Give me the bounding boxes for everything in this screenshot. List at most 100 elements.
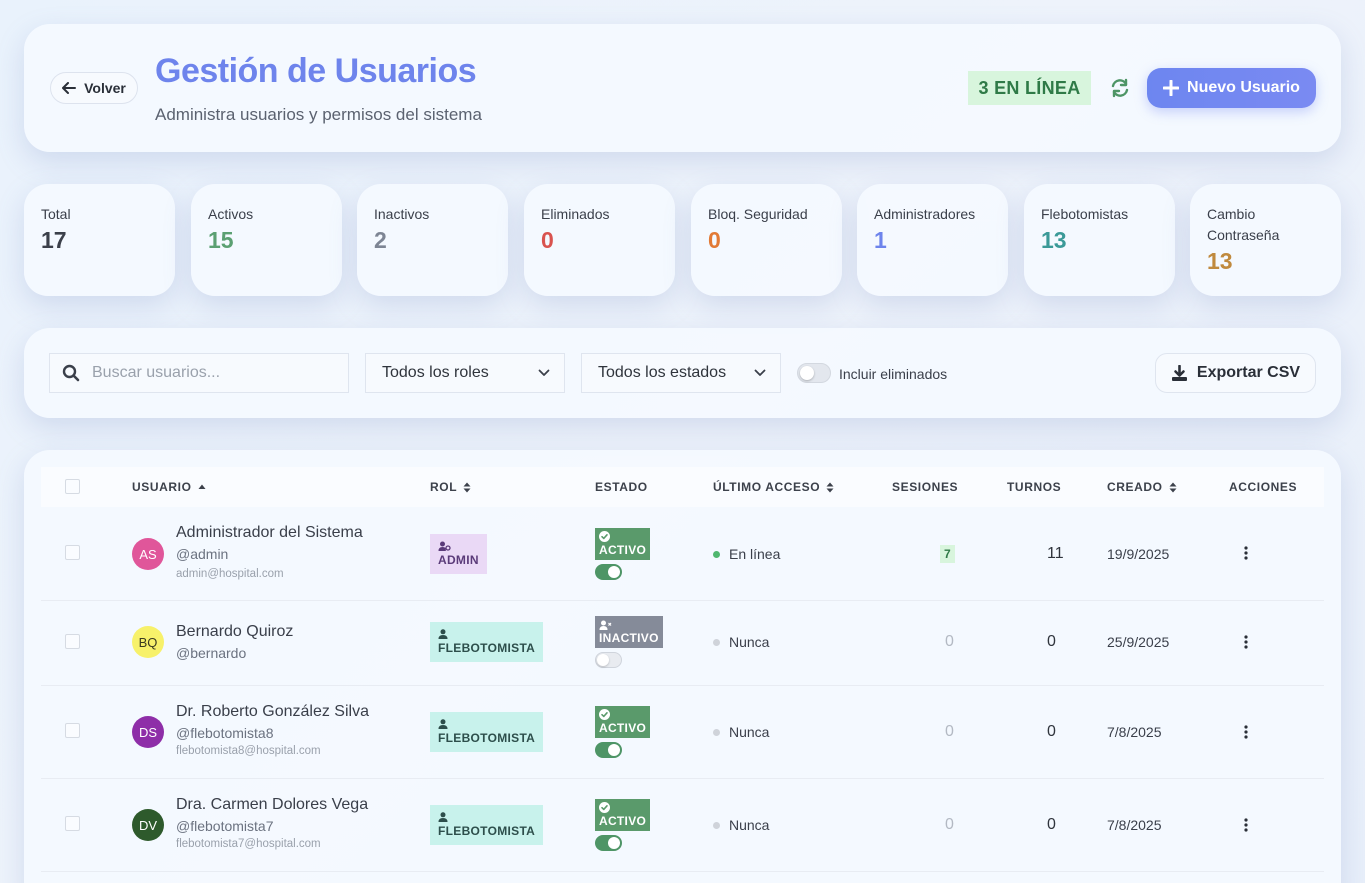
created-date: 25/9/2025: [1107, 634, 1170, 650]
status-label: INACTIVO: [599, 630, 659, 645]
new-user-button[interactable]: Nuevo Usuario: [1147, 68, 1316, 108]
avatar: DS: [132, 716, 164, 748]
table-row[interactable]: AS Administrador del Sistema @admin admi…: [41, 507, 1324, 601]
export-csv-label: Exportar CSV: [1196, 364, 1301, 381]
role-badge: ADMIN: [430, 534, 487, 574]
turns-count: 0: [1047, 816, 1056, 833]
active-toggle[interactable]: [595, 652, 622, 668]
col-created[interactable]: CREADO: [1107, 480, 1177, 494]
row-checkbox[interactable]: [65, 816, 80, 831]
stat-label: Activos: [208, 206, 254, 222]
stat-deleted: Eliminados 0: [524, 184, 675, 296]
row-checkbox[interactable]: [65, 634, 80, 649]
last-access-label: Nunca: [729, 634, 770, 650]
stat-phlebotomists: Flebotomistas 13: [1024, 184, 1175, 296]
stat-label: Inactivos: [374, 206, 430, 222]
status-select-value: Todos los estados: [598, 364, 727, 381]
role-label: FLEBOTOMISTA: [438, 641, 536, 655]
col-turns[interactable]: TURNOS: [1007, 480, 1061, 494]
table-header: USUARIO ROL ESTADO ÚLTIMO ACCESO SESIONE…: [41, 467, 1324, 507]
export-csv-button[interactable]: Exportar CSV: [1155, 353, 1316, 393]
stat-value: 0: [708, 227, 721, 253]
sessions-count: 0: [945, 633, 954, 650]
col-sessions-label: SESIONES: [892, 480, 959, 494]
col-user[interactable]: USUARIO: [132, 480, 206, 494]
more-vertical-icon[interactable]: [1243, 817, 1249, 833]
user-icon: [438, 629, 448, 639]
sort-icon: [1169, 482, 1177, 492]
more-vertical-icon[interactable]: [1243, 724, 1249, 740]
select-all-checkbox[interactable]: [65, 479, 80, 494]
col-last-access[interactable]: ÚLTIMO ACCESO: [713, 480, 834, 494]
search-box: [49, 353, 349, 393]
row-checkbox[interactable]: [65, 723, 80, 738]
active-toggle[interactable]: [595, 835, 622, 851]
user-name: Administrador del Sistema: [176, 524, 363, 541]
sessions-count: 0: [945, 816, 954, 833]
check-circle-icon: [599, 802, 610, 813]
avatar: DV: [132, 809, 164, 841]
col-status[interactable]: ESTADO: [595, 480, 648, 494]
stat-value: 17: [41, 227, 67, 253]
status-select[interactable]: Todos los estados: [581, 353, 781, 393]
stat-label: Eliminados: [541, 206, 610, 222]
stat-active: Activos 15: [191, 184, 342, 296]
online-dot: [713, 550, 720, 558]
search-icon: [62, 364, 80, 382]
col-status-label: ESTADO: [595, 480, 648, 494]
users-table: USUARIO ROL ESTADO ÚLTIMO ACCESO SESIONE…: [24, 450, 1341, 883]
user-cog-icon: [438, 541, 451, 551]
back-button[interactable]: Volver: [50, 72, 138, 104]
stat-inactive: Inactivos 2: [357, 184, 508, 296]
user-x-icon: [599, 620, 612, 630]
role-badge: FLEBOTOMISTA: [430, 712, 544, 752]
avatar: BQ: [132, 626, 164, 658]
role-badge: FLEBOTOMISTA: [430, 805, 544, 845]
user-email: flebotomista7@hospital.com: [176, 838, 321, 850]
role-select[interactable]: Todos los roles: [365, 353, 565, 393]
table-row[interactable]: DV Dra. Carmen Dolores Vega @flebotomist…: [41, 779, 1324, 872]
plus-icon: [1163, 80, 1180, 96]
role-label: FLEBOTOMISTA: [438, 731, 536, 745]
table-row[interactable]: DS Dr. Roberto González Silva @flebotomi…: [41, 686, 1324, 779]
user-handle: @flebotomista8: [176, 725, 274, 741]
status-label: ACTIVO: [599, 543, 647, 557]
more-vertical-icon[interactable]: [1243, 545, 1249, 561]
col-turns-label: TURNOS: [1007, 480, 1062, 494]
user-icon: [438, 719, 448, 729]
user-handle: @admin: [176, 546, 229, 562]
last-access: Nunca: [713, 634, 769, 650]
include-deleted-toggle[interactable]: [797, 363, 831, 383]
role-select-value: Todos los roles: [382, 364, 489, 381]
user-email: flebotomista8@hospital.com: [176, 745, 321, 757]
status-label: ACTIVO: [599, 721, 647, 735]
table-row[interactable]: BQ Bernardo Quiroz @bernardo FLEBOTOMIST…: [41, 601, 1324, 686]
header-card: Volver Gestión de Usuarios Administra us…: [24, 24, 1341, 152]
status-badge: INACTIVO: [595, 616, 663, 648]
status-badge: ACTIVO: [595, 706, 651, 738]
page-subtitle: Administra usuarios y permisos del siste…: [155, 105, 482, 124]
role-badge: FLEBOTOMISTA: [430, 622, 544, 662]
active-toggle[interactable]: [595, 564, 622, 580]
new-user-button-label: Nuevo Usuario: [1187, 79, 1300, 96]
search-input[interactable]: [92, 364, 332, 382]
stat-total: Total 17: [24, 184, 175, 296]
role-label: ADMIN: [438, 553, 479, 567]
turns-count: 11: [1047, 545, 1064, 562]
last-access-label: En línea: [729, 546, 781, 562]
col-role[interactable]: ROL: [430, 480, 471, 494]
row-checkbox[interactable]: [65, 545, 80, 560]
refresh-icon[interactable]: [1109, 77, 1131, 99]
stat-value: 13: [1041, 227, 1067, 253]
download-icon: [1171, 364, 1187, 381]
col-actions-label: ACCIONES: [1229, 480, 1298, 494]
col-created-label: CREADO: [1107, 480, 1163, 494]
active-toggle[interactable]: [595, 742, 622, 758]
col-last-access-label: ÚLTIMO ACCESO: [713, 480, 821, 494]
stat-value: 2: [374, 227, 387, 253]
role-label: FLEBOTOMISTA: [438, 824, 536, 838]
col-sessions[interactable]: SESIONES: [892, 480, 958, 494]
chevron-down-icon: [754, 369, 766, 376]
more-vertical-icon[interactable]: [1243, 634, 1249, 650]
stat-security-blocked: Bloq. Seguridad 0: [691, 184, 842, 296]
